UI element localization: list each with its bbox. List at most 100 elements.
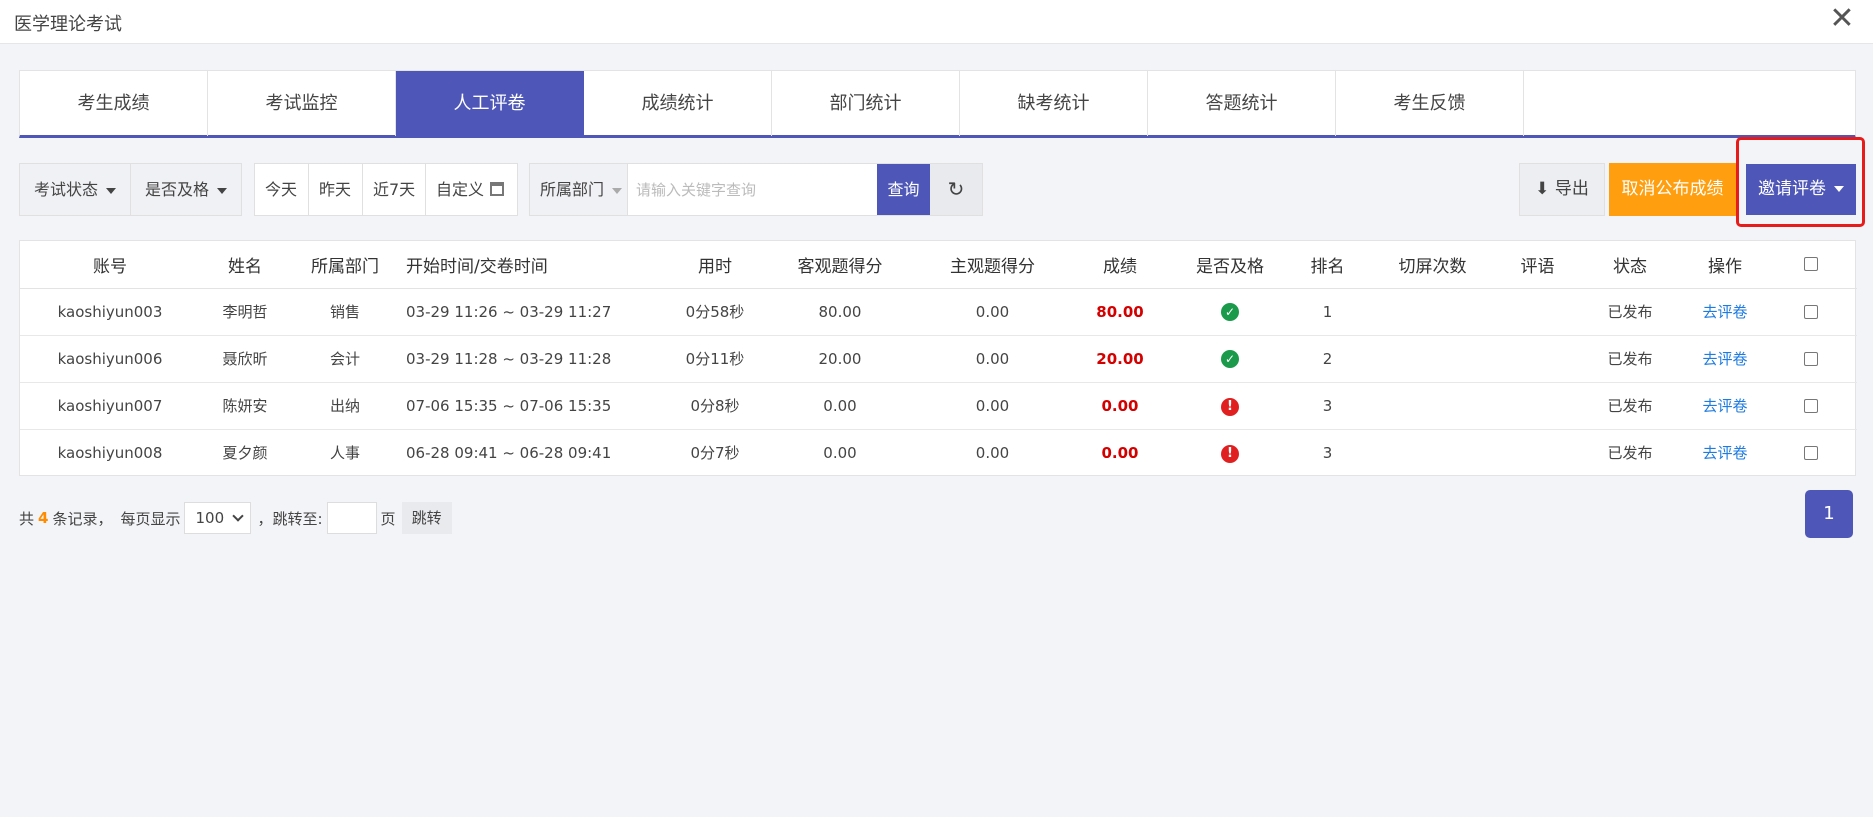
cell-department: 销售 bbox=[290, 288, 400, 336]
cell-switches bbox=[1365, 335, 1500, 383]
last-7-days-button[interactable]: 近7天 bbox=[363, 164, 426, 215]
cell-time: 06-28 09:41 ~ 06-28 09:41 bbox=[406, 443, 612, 462]
grade-link[interactable]: 去评卷 bbox=[1702, 350, 1747, 368]
cell-department: 会计 bbox=[290, 335, 400, 383]
export-button[interactable]: ⬇ 导出 bbox=[1519, 163, 1605, 216]
tab-exam-monitor[interactable]: 考试监控 bbox=[208, 71, 396, 136]
cell-account: kaoshiyun006 bbox=[20, 335, 200, 383]
check-circle-icon: ✓ bbox=[1221, 303, 1239, 321]
row-checkbox[interactable] bbox=[1804, 446, 1818, 461]
grade-link[interactable]: 去评卷 bbox=[1702, 303, 1747, 321]
close-icon[interactable]: ✕ bbox=[1827, 4, 1857, 34]
unpublish-scores-button[interactable]: 取消公布成绩 bbox=[1609, 163, 1736, 216]
cell-department: 出纳 bbox=[290, 382, 400, 430]
cell-rank: 2 bbox=[1290, 335, 1365, 383]
exclamation-circle-icon: ! bbox=[1221, 397, 1239, 416]
select-all-cell bbox=[1765, 241, 1857, 289]
tab-department-stats[interactable]: 部门统计 bbox=[772, 71, 960, 136]
cell-comment bbox=[1500, 335, 1575, 383]
cell-name: 夏夕颜 bbox=[222, 444, 268, 463]
today-button[interactable]: 今天 bbox=[255, 164, 309, 215]
cell-status: 已发布 bbox=[1575, 288, 1685, 336]
header-switches: 切屏次数 bbox=[1365, 241, 1500, 289]
cell-comment bbox=[1500, 288, 1575, 336]
jump-button[interactable]: 跳转 bbox=[401, 502, 452, 534]
department-label: 所属部门 bbox=[540, 180, 605, 199]
calendar-icon bbox=[490, 182, 505, 196]
per-page-select[interactable]: 100 bbox=[184, 502, 252, 534]
tab-absence-stats[interactable]: 缺考统计 bbox=[960, 71, 1148, 136]
cell-subjective: 0.00 bbox=[915, 382, 1070, 430]
exam-status-dropdown[interactable]: 考试状态 bbox=[20, 164, 131, 215]
cell-time: 03-29 11:28 ~ 03-29 11:28 bbox=[400, 335, 665, 383]
cell-objective: 20.00 bbox=[765, 335, 915, 383]
header-duration: 用时 bbox=[665, 241, 765, 289]
cell-duration: 0分11秒 bbox=[665, 335, 765, 383]
cell-subjective: 0.00 bbox=[915, 288, 1070, 336]
cell-department: 人事 bbox=[329, 444, 360, 463]
header-rank: 排名 bbox=[1290, 241, 1365, 289]
cell-name: 李明哲 bbox=[200, 288, 290, 336]
cell-objective: 0.00 bbox=[823, 443, 857, 462]
select-all-checkbox[interactable] bbox=[1804, 257, 1818, 272]
caret-down-icon bbox=[612, 187, 623, 194]
row-checkbox[interactable] bbox=[1804, 305, 1818, 319]
jump-page-input[interactable] bbox=[326, 502, 377, 534]
header-subjective: 主观题得分 bbox=[915, 241, 1070, 289]
query-button[interactable]: 查询 bbox=[877, 164, 930, 215]
department-dropdown[interactable]: 所属部门 bbox=[530, 164, 628, 215]
row-checkbox[interactable] bbox=[1804, 352, 1818, 366]
cell-passed: ✓ bbox=[1170, 288, 1290, 336]
exclamation-circle-icon: ! bbox=[1221, 444, 1239, 463]
table-row: kaoshiyun003 李明哲 销售 03-29 11:26 ~ 03-29 … bbox=[20, 288, 1857, 336]
page-1-button[interactable]: 1 bbox=[1805, 490, 1853, 538]
grade-link[interactable]: 去评卷 bbox=[1702, 397, 1747, 415]
yesterday-button[interactable]: 昨天 bbox=[309, 164, 363, 215]
header-name: 姓名 bbox=[200, 241, 290, 289]
cell-comment bbox=[1500, 429, 1575, 476]
cell-passed: ! bbox=[1170, 382, 1290, 430]
tab-answer-stats[interactable]: 答题统计 bbox=[1148, 71, 1336, 136]
cell-duration: 0分8秒 bbox=[665, 382, 765, 430]
header-account: 账号 bbox=[20, 241, 200, 289]
passed-label: 是否及格 bbox=[145, 180, 210, 199]
cell-subjective: 0.00 bbox=[915, 335, 1070, 383]
cell-duration: 0分7秒 bbox=[690, 444, 740, 463]
per-page-label: 每页显示 bbox=[120, 509, 181, 528]
row-checkbox[interactable] bbox=[1804, 399, 1818, 413]
title-bar: 医学理论考试 ✕ bbox=[0, 0, 1873, 44]
header-time: 开始时间/交卷时间 bbox=[400, 241, 665, 289]
tab-manual-grading[interactable]: 人工评卷 bbox=[396, 71, 584, 136]
cell-account: kaoshiyun007 bbox=[20, 382, 200, 430]
date-filter-group: 今天 昨天 近7天 自定义 bbox=[254, 163, 518, 216]
custom-date-label: 自定义 bbox=[436, 180, 485, 199]
refresh-icon[interactable]: ↻ bbox=[930, 164, 982, 215]
cell-action: 去评卷 bbox=[1685, 288, 1765, 336]
cell-status: 已发布 bbox=[1607, 444, 1653, 463]
header-passed: 是否及格 bbox=[1170, 241, 1290, 289]
cell-account: kaoshiyun008 bbox=[57, 443, 163, 462]
custom-date-button[interactable]: 自定义 bbox=[426, 164, 517, 215]
tab-candidate-feedback[interactable]: 考生反馈 bbox=[1336, 71, 1524, 136]
total-prefix: 共 bbox=[19, 509, 35, 528]
cell-select bbox=[1765, 288, 1857, 336]
search-input[interactable] bbox=[628, 164, 877, 215]
window-title: 医学理论考试 bbox=[14, 14, 122, 35]
grade-link[interactable]: 去评卷 bbox=[1702, 444, 1747, 462]
table-row: kaoshiyun007 陈妍安 出纳 07-06 15:35 ~ 07-06 … bbox=[20, 382, 1857, 430]
tab-score-stats[interactable]: 成绩统计 bbox=[584, 71, 772, 136]
cell-rank: 1 bbox=[1290, 288, 1365, 336]
tab-candidate-scores[interactable]: 考生成绩 bbox=[20, 71, 208, 136]
cell-score: 20.00 bbox=[1070, 335, 1170, 383]
chevron-down-icon bbox=[232, 510, 245, 522]
exam-status-label: 考试状态 bbox=[34, 180, 99, 199]
cell-action: 去评卷 bbox=[1685, 382, 1765, 430]
total-suffix: 条记录， bbox=[52, 509, 113, 528]
passed-dropdown[interactable]: 是否及格 bbox=[131, 164, 241, 215]
results-table: 账号 姓名 所属部门 开始时间/交卷时间 用时 客观题得分 主观题得分 成绩 是… bbox=[19, 240, 1857, 476]
cell-select bbox=[1765, 429, 1857, 476]
cell-passed: ✓ bbox=[1170, 335, 1290, 383]
table-row: kaoshiyun006 聂欣昕 会计 03-29 11:28 ~ 03-29 … bbox=[20, 335, 1857, 383]
cell-select bbox=[1765, 335, 1857, 383]
cell-account: kaoshiyun003 bbox=[20, 288, 200, 336]
